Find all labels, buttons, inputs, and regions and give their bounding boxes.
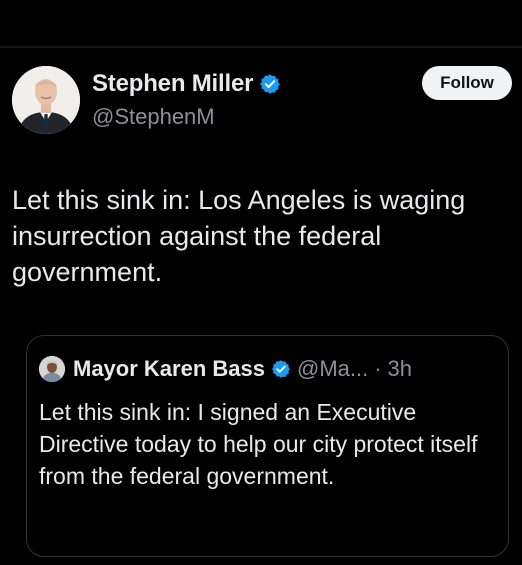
- top-bar: [0, 0, 522, 46]
- separator-dot: ·: [374, 356, 382, 381]
- author-name-row: Stephen Miller: [92, 70, 281, 98]
- profile-photo-icon: [39, 356, 65, 382]
- post-detail-view: Stephen Miller @StephenM Follow Let this…: [0, 0, 522, 565]
- quoted-post-text: Let this sink in: I signed an Executive …: [39, 399, 478, 489]
- author-avatar[interactable]: [12, 66, 80, 134]
- quoted-author-avatar[interactable]: [39, 356, 65, 382]
- quoted-post-header: Mayor Karen Bass @Ma... · 3h: [39, 356, 412, 382]
- quoted-post-time[interactable]: 3h: [388, 356, 412, 382]
- profile-photo-icon: [12, 66, 80, 134]
- verified-badge-icon[interactable]: [259, 73, 281, 95]
- verified-badge-icon[interactable]: [271, 359, 291, 379]
- quoted-post[interactable]: Mayor Karen Bass @Ma... · 3h Let this si…: [26, 335, 509, 557]
- author-info: Stephen Miller @StephenM: [92, 70, 281, 130]
- quoted-author-handle[interactable]: @Ma...: [297, 356, 368, 382]
- author-name[interactable]: Stephen Miller: [92, 70, 253, 98]
- divider: [0, 46, 522, 48]
- post-text: Let this sink in: Los Angeles is waging …: [12, 185, 466, 287]
- post-header: Stephen Miller @StephenM Follow: [12, 66, 512, 138]
- quoted-author-name[interactable]: Mayor Karen Bass: [73, 356, 265, 382]
- author-handle[interactable]: @StephenM: [92, 104, 281, 130]
- follow-button[interactable]: Follow: [422, 66, 512, 100]
